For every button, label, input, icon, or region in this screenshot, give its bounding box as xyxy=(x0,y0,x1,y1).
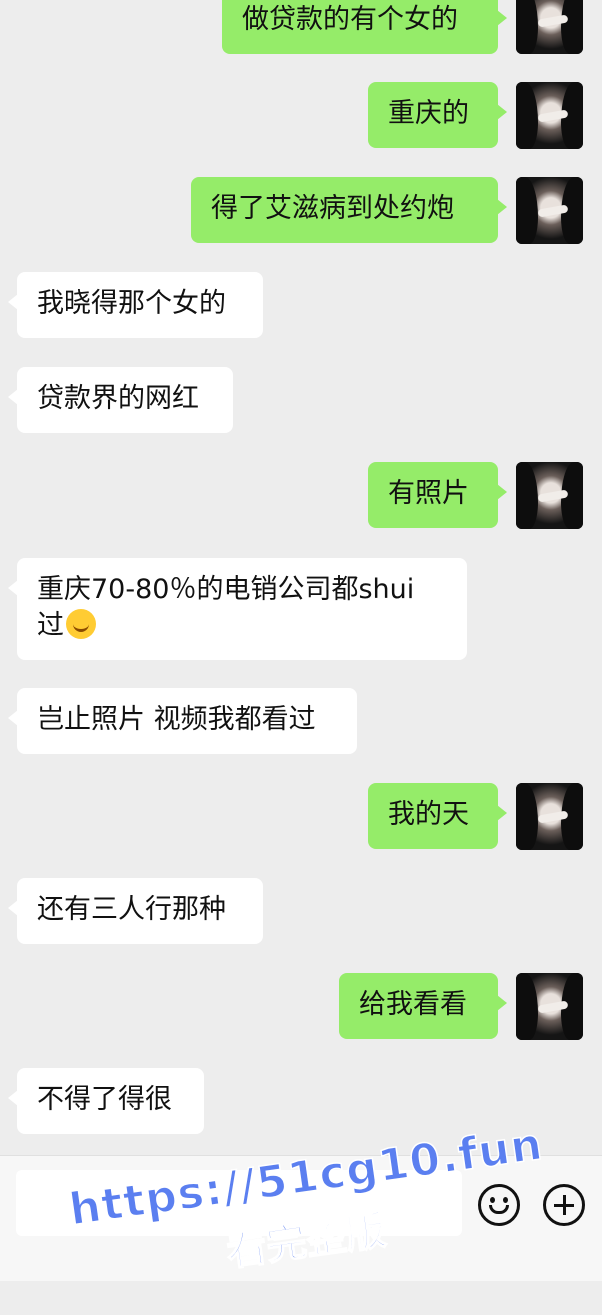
message-bubble-sent[interactable]: 重庆的 xyxy=(368,82,507,148)
plus-icon[interactable] xyxy=(543,1184,585,1226)
message-bubble-received[interactable]: 还有三人行那种 xyxy=(8,878,263,944)
avatar[interactable] xyxy=(516,462,583,529)
message-bubble-received[interactable]: 岂止照片 视频我都看过 xyxy=(8,688,357,754)
avatar[interactable] xyxy=(516,0,583,54)
message-input[interactable] xyxy=(16,1170,462,1236)
message-bubble-received[interactable]: 不得了得很 xyxy=(8,1068,204,1134)
message-bubble-received[interactable]: 重庆70-80％的电销公司都shui 过 xyxy=(8,558,467,660)
crying-laughing-emoji-icon xyxy=(66,609,96,639)
avatar[interactable] xyxy=(516,177,583,244)
message-bubble-sent[interactable]: 做贷款的有个女的 xyxy=(222,0,507,54)
message-bubble-sent[interactable]: 给我看看 xyxy=(339,973,507,1039)
message-bubble-received[interactable]: 我晓得那个女的 xyxy=(8,272,263,338)
chat-area[interactable]: 做贷款的有个女的 重庆的 得了艾滋病到处约炮 我晓得那个女的 贷款界的网红 有照… xyxy=(0,0,602,1155)
message-bubble-sent[interactable]: 有照片 xyxy=(368,462,507,528)
message-bubble-sent[interactable]: 得了艾滋病到处约炮 xyxy=(191,177,507,243)
input-bar xyxy=(0,1155,602,1281)
message-bubble-received[interactable]: 贷款界的网红 xyxy=(8,367,233,433)
message-text-line: 过 xyxy=(37,608,447,644)
smiley-icon[interactable] xyxy=(478,1184,520,1226)
avatar[interactable] xyxy=(516,973,583,1040)
avatar[interactable] xyxy=(516,783,583,850)
message-text-line: 重庆70-80％的电销公司都shui xyxy=(37,574,415,605)
avatar[interactable] xyxy=(516,82,583,149)
message-bubble-sent[interactable]: 我的天 xyxy=(368,783,507,849)
